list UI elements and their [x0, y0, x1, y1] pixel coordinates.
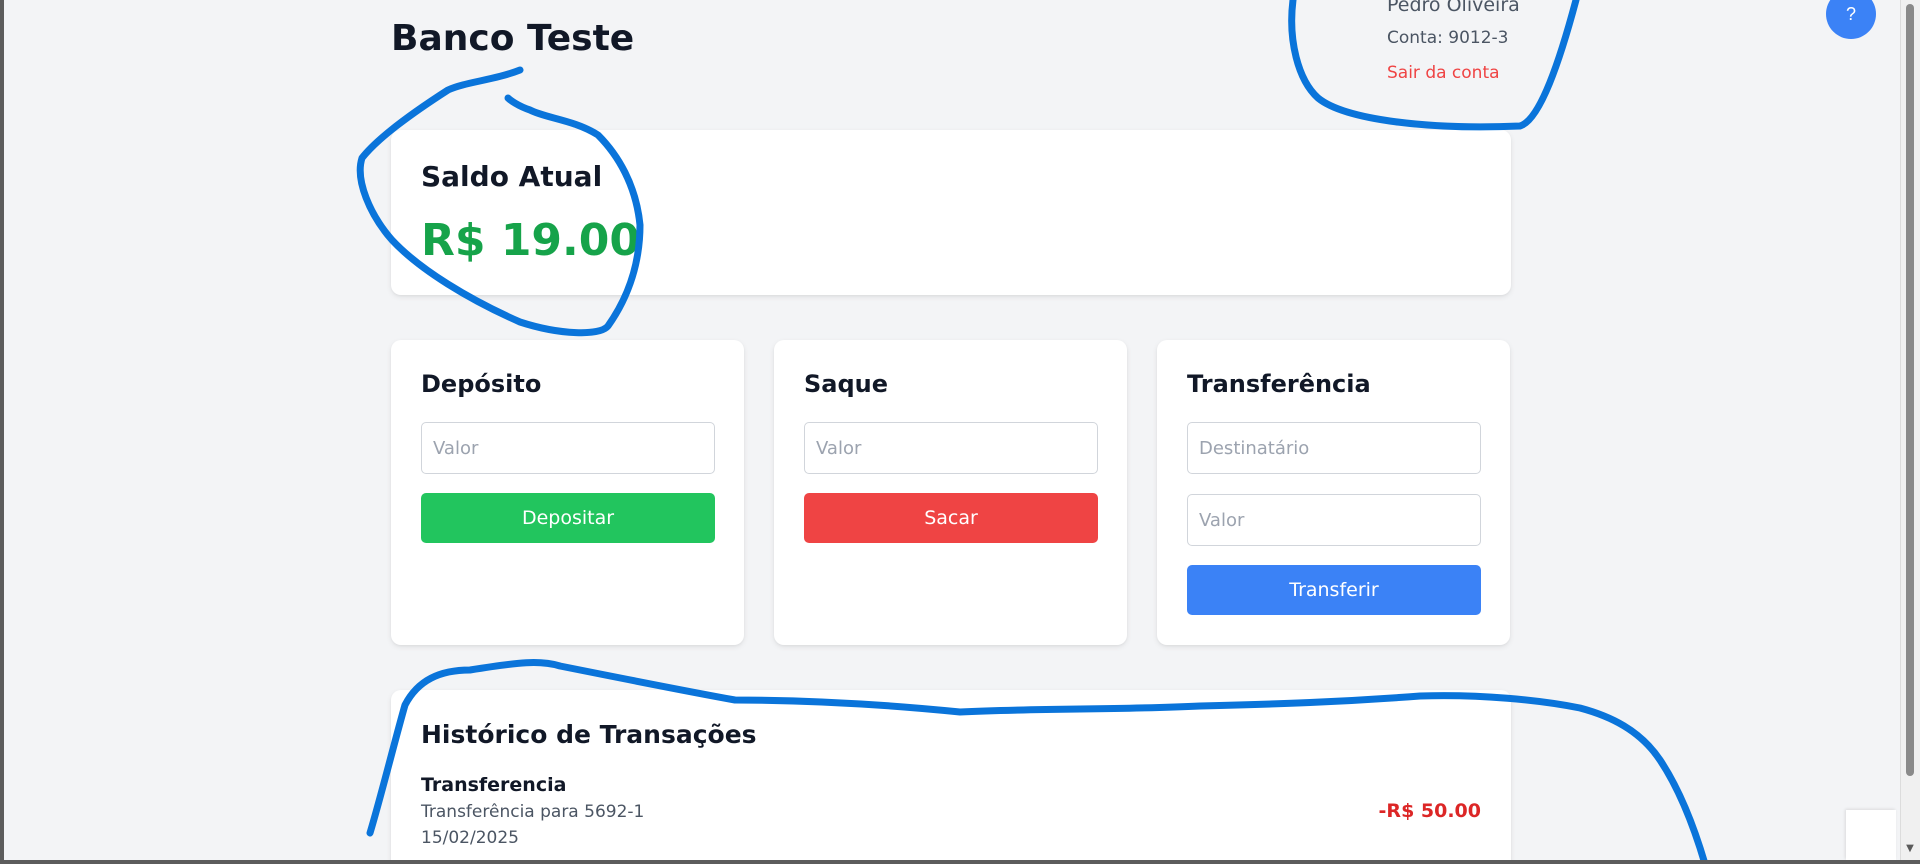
deposit-title: Depósito — [421, 370, 542, 398]
history-title: Histórico de Transações — [421, 720, 757, 749]
transaction-date: 15/02/2025 — [421, 828, 519, 848]
window-frame-bottom — [0, 860, 1920, 864]
balance-card: Saldo Atual R$ 19.00 — [391, 130, 1511, 295]
window-frame-left — [0, 0, 4, 864]
transfer-card: Transferência Transferir — [1157, 340, 1510, 645]
transaction-type: Transferencia — [421, 774, 567, 796]
deposit-button[interactable]: Depositar — [421, 493, 715, 543]
transaction-history-card: Histórico de Transações Transferencia Tr… — [391, 690, 1511, 864]
balance-value: R$ 19.00 — [421, 215, 640, 266]
withdraw-card: Saque Sacar — [774, 340, 1127, 645]
user-name: Pedro Oliveira — [1387, 0, 1520, 16]
scroll-down-arrow-icon[interactable]: ▼ — [1904, 844, 1916, 854]
withdraw-amount-input[interactable] — [804, 422, 1098, 474]
withdraw-title: Saque — [804, 370, 889, 398]
transaction-description: Transferência para 5692-1 — [421, 802, 645, 822]
help-button[interactable]: ? — [1826, 0, 1876, 39]
transfer-recipient-input[interactable] — [1187, 422, 1481, 474]
logout-link[interactable]: Sair da conta — [1387, 63, 1500, 83]
transaction-amount: -R$ 50.00 — [1378, 800, 1481, 822]
scrollbar-thumb[interactable] — [1906, 4, 1914, 776]
transfer-button[interactable]: Transferir — [1187, 565, 1481, 615]
transfer-title: Transferência — [1187, 370, 1371, 398]
balance-label: Saldo Atual — [421, 160, 603, 193]
deposit-card: Depósito Depositar — [391, 340, 744, 645]
corner-widget — [1846, 810, 1896, 860]
withdraw-button[interactable]: Sacar — [804, 493, 1098, 543]
account-number: Conta: 9012-3 — [1387, 28, 1509, 48]
transfer-amount-input[interactable] — [1187, 494, 1481, 546]
deposit-amount-input[interactable] — [421, 422, 715, 474]
page-title: Banco Teste — [391, 18, 635, 59]
